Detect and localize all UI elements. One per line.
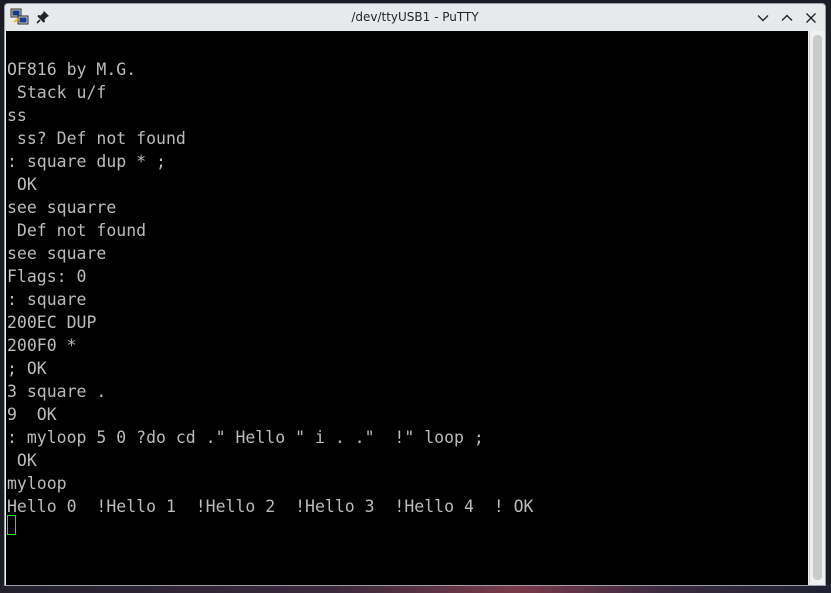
window-title: /dev/ttyUSB1 - PuTTY: [351, 10, 479, 24]
terminal-line: see square: [7, 244, 107, 263]
terminal-line: 200F0 *: [7, 336, 77, 355]
terminal-line: Def not found: [7, 221, 147, 240]
close-icon[interactable]: [802, 9, 820, 27]
vertical-scrollbar[interactable]: [809, 31, 825, 585]
terminal-line: : square dup * ;: [7, 152, 166, 171]
terminal-line: 9 OK: [7, 405, 57, 424]
terminal-line: ss: [7, 106, 27, 125]
terminal-line: OK: [7, 175, 37, 194]
terminal-line: OF816 by M.G.: [7, 60, 137, 79]
terminal-line: 200EC DUP: [7, 313, 97, 332]
terminal-line: ; OK: [7, 359, 47, 378]
putty-window: /dev/ttyUSB1 - PuTTY OF816 by M.G. Stack…: [4, 3, 826, 586]
scrollbar-thumb[interactable]: [813, 35, 822, 580]
terminal-line: 3 square .: [7, 382, 107, 401]
terminal-area[interactable]: OF816 by M.G. Stack u/f ss ss? Def not f…: [6, 31, 808, 585]
terminal-line: : myloop 5 0 ?do cd ." Hello " i . ." !"…: [7, 428, 484, 447]
terminal-line: : square: [7, 290, 87, 309]
terminal-line: Flags: 0: [7, 267, 87, 286]
chevron-down-icon[interactable]: [754, 9, 772, 27]
terminal-line: see squarre: [7, 198, 117, 217]
terminal-line: Stack u/f: [7, 83, 107, 102]
terminal-line: myloop: [7, 474, 67, 493]
title-bar[interactable]: /dev/ttyUSB1 - PuTTY: [5, 4, 825, 31]
terminal-line: Hello 0 !Hello 1 !Hello 2 !Hello 3 !Hell…: [7, 497, 534, 516]
terminal-cursor: [7, 515, 16, 535]
terminal-output: OF816 by M.G. Stack u/f ss ss? Def not f…: [7, 58, 534, 518]
terminal-line: OK: [7, 451, 37, 470]
chevron-up-icon[interactable]: [778, 9, 796, 27]
terminal-line: ss? Def not found: [7, 129, 186, 148]
